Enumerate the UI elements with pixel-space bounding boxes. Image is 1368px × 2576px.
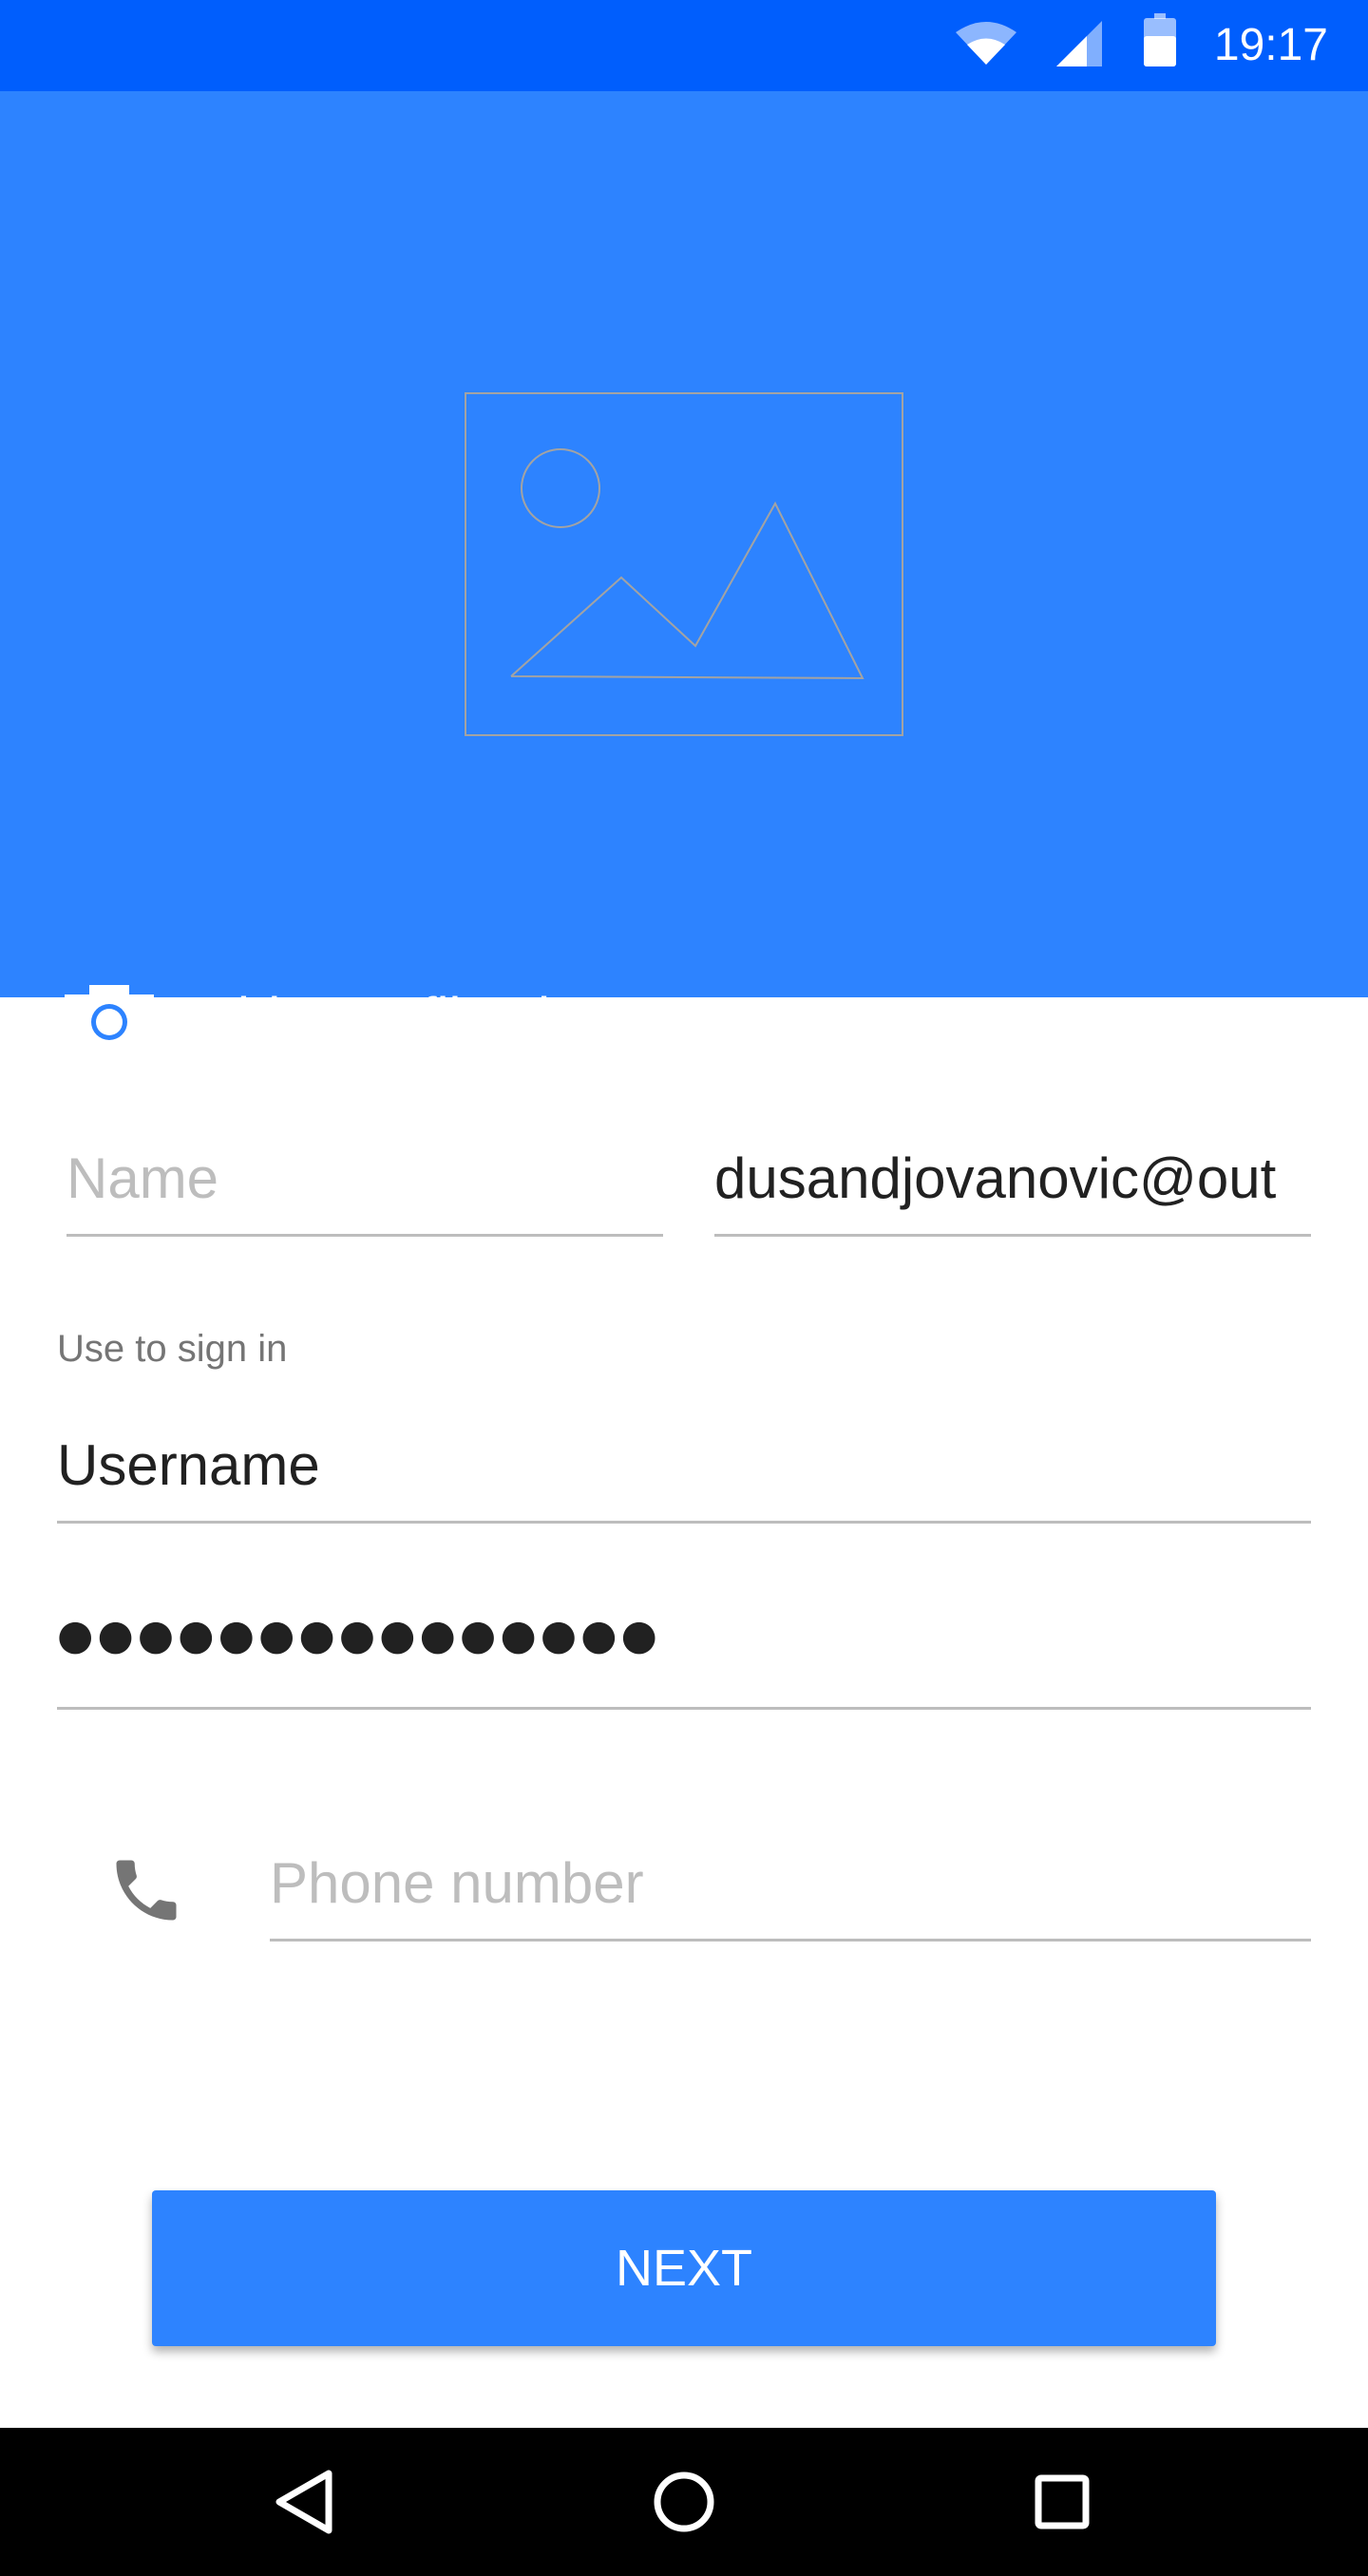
phone-icon [116,1860,177,1921]
password-field[interactable]: ●●●●●●●●●●●●●●● [57,1573,1311,1710]
image-placeholder-icon [465,392,903,736]
home-button[interactable] [608,2428,760,2576]
phone-input[interactable] [270,1850,1311,1916]
camera-icon [65,985,154,1050]
add-photo-label: Add a profile photo [182,986,645,1049]
recents-button[interactable] [986,2428,1138,2576]
status-time: 19:17 [1213,20,1328,70]
navigation-bar [0,2428,1368,2576]
name-input[interactable] [66,1146,663,1211]
battery-icon [1144,13,1176,66]
back-button[interactable] [228,2428,380,2576]
wifi-icon [956,22,1016,65]
recents-icon [1035,2474,1090,2529]
status-bar: 19:17 [0,0,1368,91]
home-icon [654,2472,714,2532]
password-input[interactable]: ●●●●●●●●●●●●●●● [57,1611,661,1659]
name-field[interactable] [66,1102,663,1237]
username-input[interactable] [57,1432,1311,1498]
username-field[interactable] [57,1387,1311,1524]
add-photo-button[interactable]: Add a profile photo [65,975,645,1060]
phone-field[interactable] [270,1805,1311,1941]
back-icon [276,2470,332,2534]
signal-icon [1056,21,1102,66]
email-input[interactable] [714,1146,1311,1211]
profile-photo-header[interactable]: Add a profile photo [0,91,1368,1050]
email-field[interactable] [714,1102,1311,1237]
next-button[interactable]: NEXT [152,2190,1216,2346]
sign-in-helper-label: Use to sign in [57,1328,288,1370]
